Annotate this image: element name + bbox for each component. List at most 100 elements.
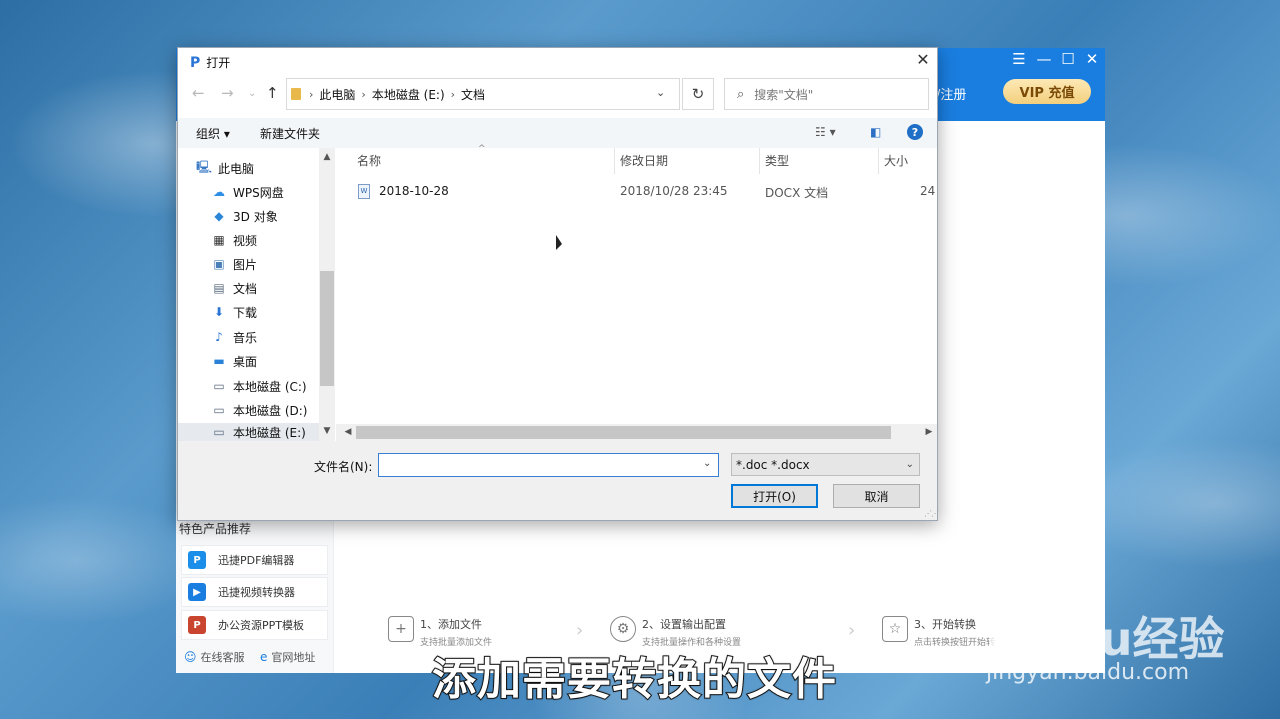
search-box[interactable]: ⌕ 搜索"文档" [724,78,929,110]
nav-label: 桌面 [233,354,258,369]
column-divider[interactable] [614,148,615,174]
chevron-right-icon: › [361,87,366,101]
folder-icon [291,88,301,100]
nav-item-pictures[interactable]: ▣ 图片 [211,253,257,275]
computer-icon: 🖳 [196,159,213,174]
drive-icon: ▭ [213,425,225,439]
step-title: 2、设置输出配置 [642,618,726,631]
document-icon: ▤ [213,281,225,295]
file-type: DOCX 文档 [765,186,829,200]
view-options-icon[interactable]: ☷ ▾ [815,125,836,139]
recent-dropdown-icon[interactable]: ⌄ [248,88,256,99]
step-desc: 点击转换按钮开始转 [914,638,996,648]
nav-item-wps-cloud[interactable]: ☁ WPS网盘 [211,181,284,203]
up-arrow-icon[interactable]: ↑ [266,84,279,102]
column-modified[interactable]: 修改日期 [620,152,668,169]
support-icon: ☺ [184,650,197,664]
address-bar[interactable]: › 此电脑 › 本地磁盘 (E:) › 文档 [286,78,680,110]
file-type-select[interactable]: *.doc *.docx ⌄ [731,453,920,476]
login-register-link[interactable]: /注册 [936,84,966,103]
nav-item-videos[interactable]: ▦ 视频 [211,229,257,251]
file-list-scroll-thumb[interactable] [356,426,891,439]
scroll-up-icon[interactable]: ▲ [319,152,335,162]
dialog-title: 打开 [206,56,231,70]
nav-item-downloads[interactable]: ⬇ 下载 [211,301,257,323]
browser-icon: e [260,650,268,664]
file-modified: 2018/10/28 23:45 [620,184,728,198]
app-logo-icon: P [190,54,201,71]
video-icon: ▦ [213,233,225,247]
dialog-close-button[interactable]: ✕ [912,50,934,70]
scroll-right-icon[interactable]: ▶ [921,427,937,437]
file-row[interactable]: W 2018-10-28 [358,180,598,202]
nav-scroll-thumb[interactable] [320,271,334,386]
open-button[interactable]: 打开(O) [731,484,818,508]
file-name: 2018-10-28 [379,184,449,198]
column-type[interactable]: 类型 [765,152,789,169]
scroll-left-icon[interactable]: ◀ [340,427,356,437]
drive-icon: ▭ [213,379,225,393]
cube-icon: ◆ [214,209,224,223]
nav-label: 文档 [233,281,258,296]
maximize-icon[interactable]: ☐ [1058,50,1078,68]
breadcrumb-documents[interactable]: 文档 [461,86,485,103]
back-arrow-icon[interactable]: ← [192,84,205,102]
mouse-cursor-icon [556,235,562,250]
desktop-icon: ▬ [213,354,225,368]
featured-label: 迅捷视频转换器 [218,586,295,599]
column-divider[interactable] [759,148,760,174]
official-site-link[interactable]: e 官网地址 [260,649,315,665]
online-support-link[interactable]: ☺ 在线客服 [184,649,245,665]
pdf-editor-icon: P [188,551,206,569]
open-file-dialog: P 打开 ✕ ← → ⌄ ↑ › 此电脑 › 本地磁盘 (E:) › 文档 ⌄ … [177,47,939,521]
search-placeholder: 搜索"文档" [754,87,814,102]
featured-pdf-editor[interactable]: P 迅捷PDF编辑器 [181,545,328,575]
column-divider[interactable] [878,148,879,174]
help-icon[interactable]: ? [907,124,923,140]
nav-item-drive-c[interactable]: ▭ 本地磁盘 (C:) [211,375,307,397]
nav-item-3d-objects[interactable]: ◆ 3D 对象 [211,205,278,227]
breadcrumb-this-pc[interactable]: 此电脑 [319,86,355,103]
featured-video-converter[interactable]: ▶ 迅捷视频转换器 [181,577,328,607]
nav-item-drive-d[interactable]: ▭ 本地磁盘 (D:) [211,399,307,421]
menu-icon[interactable]: ☰ [1009,50,1029,68]
vip-recharge-button[interactable]: VIP 充值 [1003,79,1091,104]
step-title: 3、开始转换 [914,618,976,631]
nav-item-drive-e[interactable]: ▭ 本地磁盘 (E:) [178,423,319,441]
nav-label: 3D 对象 [233,209,278,224]
column-size[interactable]: 大小 [884,152,908,169]
support-label: 在线客服 [200,651,245,664]
nav-label: 图片 [233,257,258,272]
resize-grip-icon[interactable]: ⋰⋰ [924,509,939,518]
gear-icon: ⚙ [610,616,636,642]
cloud-icon: ☁ [213,185,225,199]
nav-label: WPS网盘 [233,185,284,200]
filename-label: 文件名(N): [314,460,373,474]
preview-pane-icon[interactable]: ◧ [870,125,881,139]
organize-menu[interactable]: 组织 ▾ [196,125,230,142]
refresh-button[interactable]: ↻ [682,78,714,110]
cancel-button[interactable]: 取消 [833,484,920,508]
featured-ppt-template[interactable]: P 办公资源PPT模板 [181,610,328,640]
forward-arrow-icon[interactable]: → [221,84,234,102]
nav-label: 本地磁盘 (E:) [233,425,306,440]
nav-item-desktop[interactable]: ▬ 桌面 [211,350,257,372]
step-arrow-icon: › [848,620,856,641]
address-dropdown-icon[interactable]: ⌄ [656,86,665,99]
close-icon[interactable]: ✕ [1082,50,1102,68]
nav-label: 下载 [233,305,258,320]
nav-item-music[interactable]: ♪ 音乐 [211,326,257,348]
nav-item-documents[interactable]: ▤ 文档 [211,277,257,299]
minimize-icon[interactable]: — [1034,50,1054,68]
nav-label: 本地磁盘 (C:) [233,379,307,394]
breadcrumb-drive-e[interactable]: 本地磁盘 (E:) [372,86,445,103]
new-folder-button[interactable]: 新建文件夹 [260,125,320,142]
video-converter-icon: ▶ [188,583,206,601]
column-name[interactable]: 名称 [357,152,381,169]
filename-input[interactable] [378,453,719,477]
file-type-value: *.doc *.docx [736,457,810,472]
nav-item-this-pc[interactable]: 🖳 此电脑 [196,157,254,179]
scroll-down-icon[interactable]: ▼ [319,426,335,436]
filename-dropdown-icon[interactable]: ⌄ [703,458,711,469]
chevron-right-icon: › [309,87,314,101]
